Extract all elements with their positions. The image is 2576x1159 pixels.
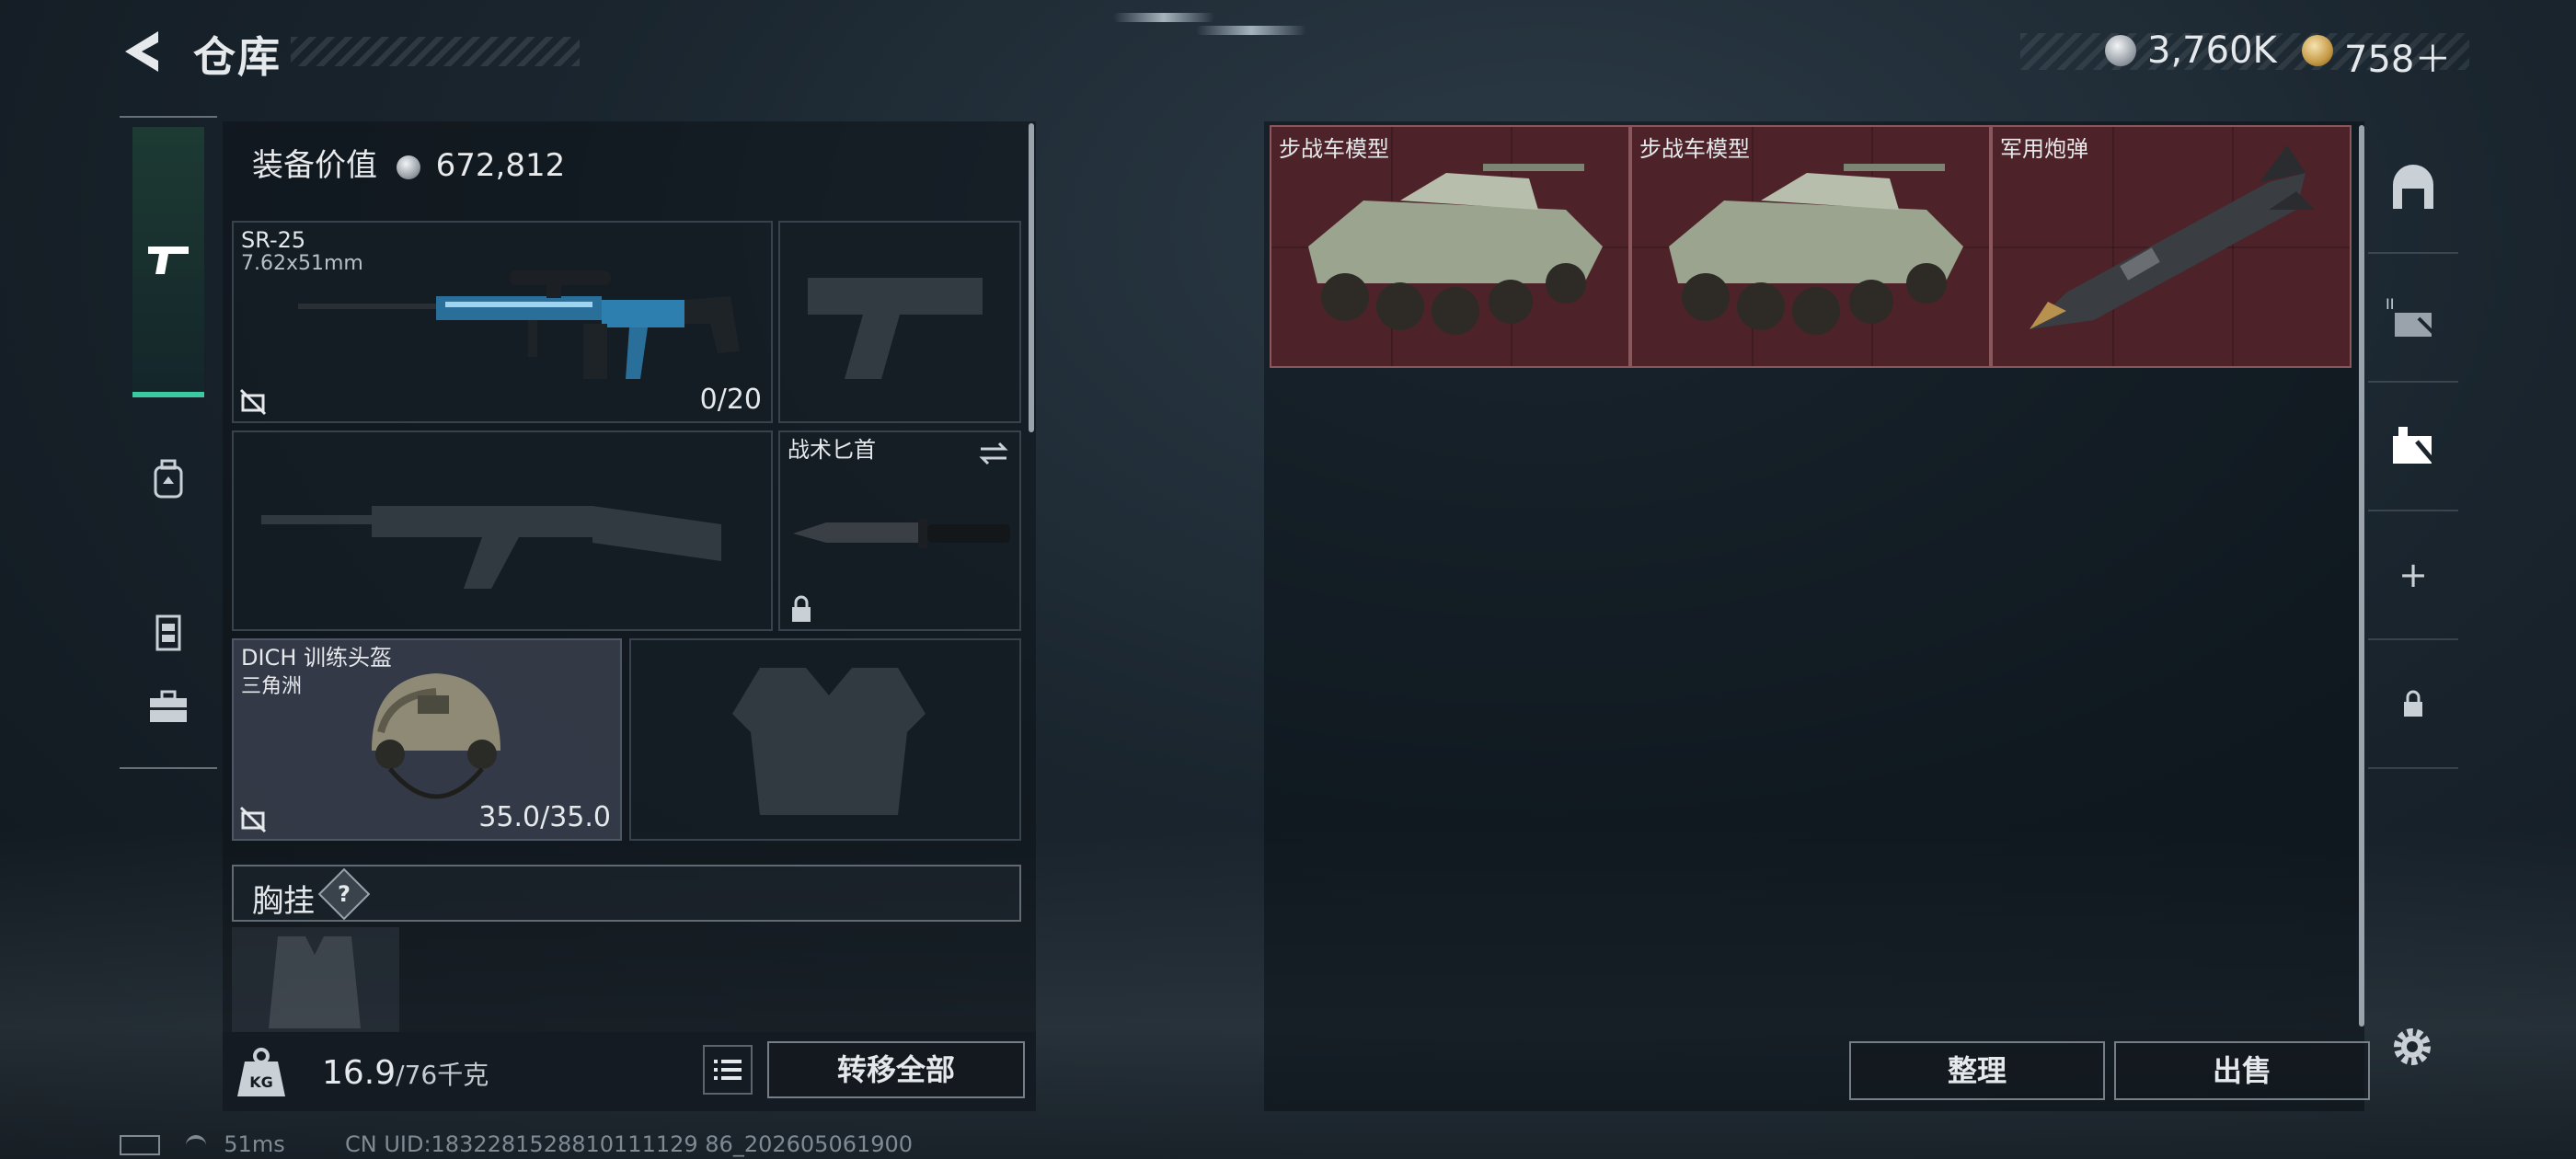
armor-placeholder-icon [732,668,926,815]
stash-item[interactable]: 步战车模型 [1630,125,1991,368]
sell-button[interactable]: 出售 [2114,1041,2370,1100]
help-icon[interactable]: ? [317,867,371,921]
helmet-slot[interactable]: DICH 训练头盔 三角洲 35.0/35.0 [232,638,622,841]
tactical-knife-image [793,519,1010,548]
status-footer: 51ms CN UID:1832281528810111129 86_20260… [120,1131,913,1157]
chest-rig-header: 胸挂 ? [232,865,1021,922]
silver-coin-icon [396,155,420,179]
warehouse-icon [2393,165,2433,209]
stash-tab-2[interactable]: II [2368,254,2458,383]
weapon-ammo-count: 0/20 [699,384,762,416]
chest-rig-slot[interactable] [232,927,399,1034]
stash-item[interactable]: 步战车模型 [1270,125,1630,368]
carry-weight-max: /76千克 [396,1060,489,1090]
nav-toolbox[interactable] [120,648,217,767]
sr25-rifle-image [298,270,740,379]
toolbox-icon [150,690,187,722]
stash-locked-page[interactable] [2368,640,2458,769]
artillery-shell-image [2030,145,2315,329]
wifi-icon [185,1135,206,1155]
rifle-placeholder-icon [261,506,721,589]
secondary-weapon-slot[interactable] [778,221,1021,423]
list-view-button[interactable] [703,1045,753,1095]
armor-slot[interactable] [629,638,1021,841]
svg-text:II: II [2386,295,2394,313]
gold-coin-icon [2302,35,2333,66]
gold-currency-value[interactable]: 758＋ [2344,29,2451,83]
ceiling-light [1113,13,1214,22]
add-icon: + [2398,555,2428,595]
nav-backpack[interactable] [120,403,217,556]
stash-add-page[interactable]: + [2368,511,2458,640]
ifv-model-image [1308,164,1603,335]
helmet-tag: 三角洲 [241,675,303,698]
svg-text:KG: KG [249,1073,273,1091]
ifv-model-image [1669,164,1963,335]
stash-page-3-icon [2393,427,2439,467]
stash-tab-all[interactable] [2368,125,2458,254]
secondary-primary-slot[interactable] [232,430,773,631]
ceiling-light [1196,26,1306,35]
carry-weight-current: 16.9 [322,1054,397,1092]
stash-scrollbar[interactable] [2359,125,2364,1027]
silver-coin-icon [2105,35,2136,66]
title-decoration [291,37,580,66]
stash-page-2-icon: II [2386,295,2437,337]
list-icon [714,1060,742,1080]
loadout-scrollbar[interactable] [1029,123,1034,432]
no-insure-icon [239,388,267,416]
swap-icon[interactable] [977,440,1010,467]
transfer-all-button[interactable]: 转移全部 [767,1041,1025,1098]
melee-slot[interactable]: 战术匕首 [778,430,1021,631]
no-insure-icon [239,806,267,833]
equipment-value-amount: 672,812 [435,147,566,184]
back-arrow-icon[interactable] [118,28,164,75]
weapon-name: SR-25 [241,227,306,253]
helmet-durability: 35.0/35.0 [478,801,611,833]
silver-currency-value: 3,760K [2147,29,2277,72]
carry-weight: 16.9/76千克 [322,1054,489,1092]
backpack-icon [154,459,183,499]
battery-icon [120,1135,160,1155]
melee-name: 战术匕首 [788,437,876,463]
pistol-icon [148,247,189,274]
pistol-placeholder-icon [808,278,983,379]
sort-button[interactable]: 整理 [1849,1041,2105,1100]
left-category-nav [120,116,217,769]
settings-gear-icon[interactable] [2388,1023,2436,1071]
equipment-value-label: 装备价值 [252,147,377,184]
stash-page-nav: II + [2368,125,2458,769]
dich-helmet-image [372,673,500,799]
lock-icon [792,595,811,622]
chest-rig-placeholder-icon [269,936,361,1028]
lock-icon [2404,690,2422,717]
page-title: 仓库 [193,32,282,82]
stash-tab-3[interactable] [2368,383,2458,511]
ping-value: 51ms [224,1131,285,1157]
user-uid: CN UID:1832281528810111129 86_2026050619… [344,1131,914,1157]
equipment-value: 装备价值 672,812 [252,140,565,185]
primary-weapon-slot[interactable]: SR-25 7.62x51mm 0/20 [232,221,773,423]
weight-kg-icon: KG [237,1048,285,1096]
stash-item[interactable]: 军用炮弹 [1991,125,2352,368]
chest-rig-label: 胸挂 [252,883,315,920]
nav-weapons[interactable] [132,127,204,397]
